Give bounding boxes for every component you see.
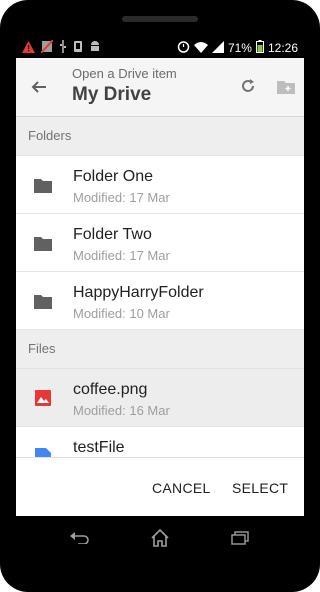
create-folder-icon [277,80,295,94]
refresh-button[interactable] [236,74,260,98]
alarm-icon [177,40,190,56]
drive-item-list: Folders Folder One Modified: 17 Mar Fold… [16,117,304,457]
wifi-icon [193,41,208,56]
item-name: Folder One [73,168,154,185]
item-name: Folder Two [73,226,152,243]
folders-section-header: Folders [16,117,304,156]
folder-item[interactable]: Folder One Modified: 17 Mar [16,156,304,214]
document-file-icon [35,448,51,457]
speaker-grille [122,16,198,22]
select-button[interactable]: SELECT [232,480,288,496]
folder-item[interactable]: HappyHarryFolder Modified: 10 Mar [16,272,304,330]
item-name: coffee.png [73,381,148,398]
folder-item[interactable]: Folder Two Modified: 17 Mar [16,214,304,272]
nav-back-button[interactable] [68,526,92,550]
navigation-bar [16,516,304,562]
warning-icon [22,40,35,56]
drive-picker-dialog: Open a Drive item My Drive Folders Folde… [16,58,304,516]
new-folder-button[interactable] [274,74,298,98]
dialog-subtitle: Open a Drive item [72,66,177,81]
folder-icon [34,179,52,193]
cancel-button[interactable]: CANCEL [152,480,211,496]
recent-apps-icon [231,531,249,545]
item-name: HappyHarryFolder [73,284,204,301]
nav-recents-button[interactable] [228,526,252,550]
item-modified: Modified: 17 Mar [73,248,170,263]
nav-home-button[interactable] [148,526,172,550]
no-sim-icon [40,39,54,56]
usb-icon [59,40,67,56]
debug-icon [73,40,83,56]
item-modified: Modified: 16 Mar [73,403,170,418]
folder-icon [34,237,52,251]
folder-icon [34,295,52,309]
file-item[interactable]: testFile [16,427,304,457]
toolbar: Open a Drive item My Drive [16,58,304,117]
back-button[interactable] [24,72,54,102]
page-title: My Drive [72,84,152,105]
phone-frame: 71% 12:26 Open a Drive item My Drive Fol… [0,0,320,592]
image-file-icon [35,390,51,406]
clock-time: 12:26 [267,41,298,55]
status-bar: 71% 12:26 [16,38,304,58]
arrow-back-icon [31,81,46,93]
item-name: testFile [73,439,125,456]
dialog-actions: CANCEL SELECT [16,457,304,516]
file-item-selected[interactable]: coffee.png Modified: 16 Mar [16,369,304,427]
refresh-icon [242,79,254,92]
item-modified: Modified: 17 Mar [73,190,170,205]
battery-percent: 71% [227,41,252,55]
signal-icon [211,40,224,56]
battery-icon [255,40,264,56]
android-icon [89,40,101,56]
files-section-header: Files [16,330,304,369]
item-modified: Modified: 10 Mar [73,306,170,321]
home-icon [151,529,169,547]
back-arrow-icon [70,532,89,544]
